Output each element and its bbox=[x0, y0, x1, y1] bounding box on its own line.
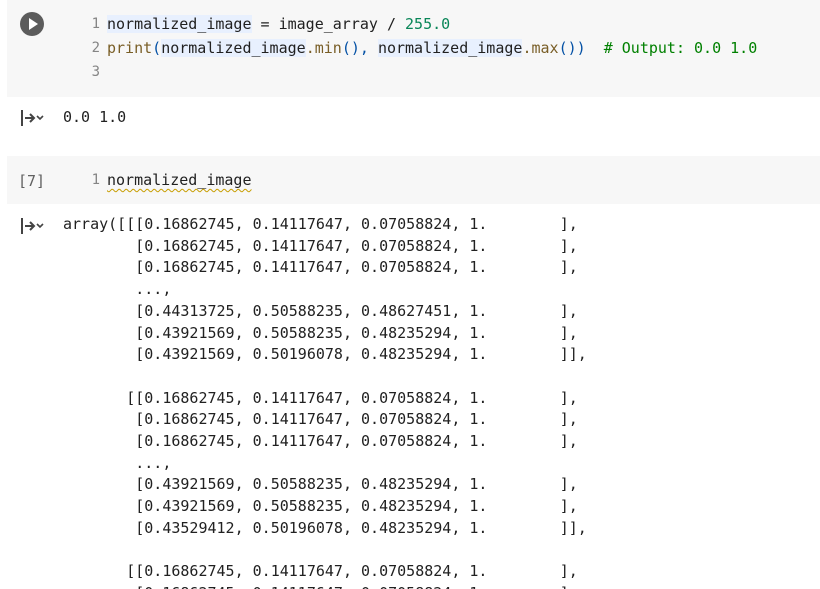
output-line: array([[[0.16862745, 0.14117647, 0.07058… bbox=[63, 215, 578, 233]
play-icon bbox=[29, 18, 38, 30]
output-line: ..., bbox=[63, 453, 172, 472]
line-number: 3 bbox=[91, 64, 100, 80]
code-line-2[interactable]: print(normalized_image.min(), normalized… bbox=[107, 38, 757, 58]
cell-2-output: array([[[0.16862745, 0.14117647, 0.07058… bbox=[63, 214, 587, 589]
output-line: [[0.16862745, 0.14117647, 0.07058824, 1.… bbox=[63, 562, 578, 581]
output-line: [0.43921569, 0.50196078, 0.48235294, 1. … bbox=[63, 345, 587, 364]
output-line: [0.16862745, 0.14117647, 0.07058824, 1. … bbox=[63, 583, 587, 589]
output-line: [0.44313725, 0.50588235, 0.48627451, 1. … bbox=[63, 301, 578, 320]
output-line: [0.16862745, 0.14117647, 0.07058824, 1. … bbox=[63, 410, 578, 429]
output-line: [0.43921569, 0.50588235, 0.48235294, 1. … bbox=[63, 475, 578, 494]
output-menu-icon[interactable] bbox=[20, 108, 46, 128]
cell-1-output: 0.0 1.0 bbox=[63, 108, 127, 126]
output-line: [0.16862745, 0.14117647, 0.07058824, 1. … bbox=[63, 236, 578, 255]
code-line-1[interactable]: normalized_image bbox=[107, 170, 252, 190]
output-menu-icon[interactable] bbox=[20, 216, 46, 236]
run-cell-button[interactable] bbox=[20, 12, 44, 36]
notebook-page: 1 normalized_image = image_array / 255.0… bbox=[0, 0, 820, 589]
line-number: 2 bbox=[91, 40, 100, 56]
execution-count: [7] bbox=[18, 172, 46, 190]
output-line: [0.43921569, 0.50588235, 0.48235294, 1. … bbox=[63, 323, 578, 342]
output-line: [0.43921569, 0.50588235, 0.48235294, 1. … bbox=[63, 497, 578, 516]
output-line: [0.43529412, 0.50196078, 0.48235294, 1. … bbox=[63, 518, 587, 537]
output-line: ..., bbox=[63, 280, 172, 299]
output-line: [0.16862745, 0.14117647, 0.07058824, 1. … bbox=[63, 432, 578, 451]
line-number: 1 bbox=[91, 16, 100, 32]
code-line-1[interactable]: normalized_image = image_array / 255.0 bbox=[107, 14, 450, 34]
output-line: [[0.16862745, 0.14117647, 0.07058824, 1.… bbox=[63, 388, 578, 407]
line-number: 1 bbox=[91, 172, 100, 188]
output-line: [0.16862745, 0.14117647, 0.07058824, 1. … bbox=[63, 258, 578, 277]
